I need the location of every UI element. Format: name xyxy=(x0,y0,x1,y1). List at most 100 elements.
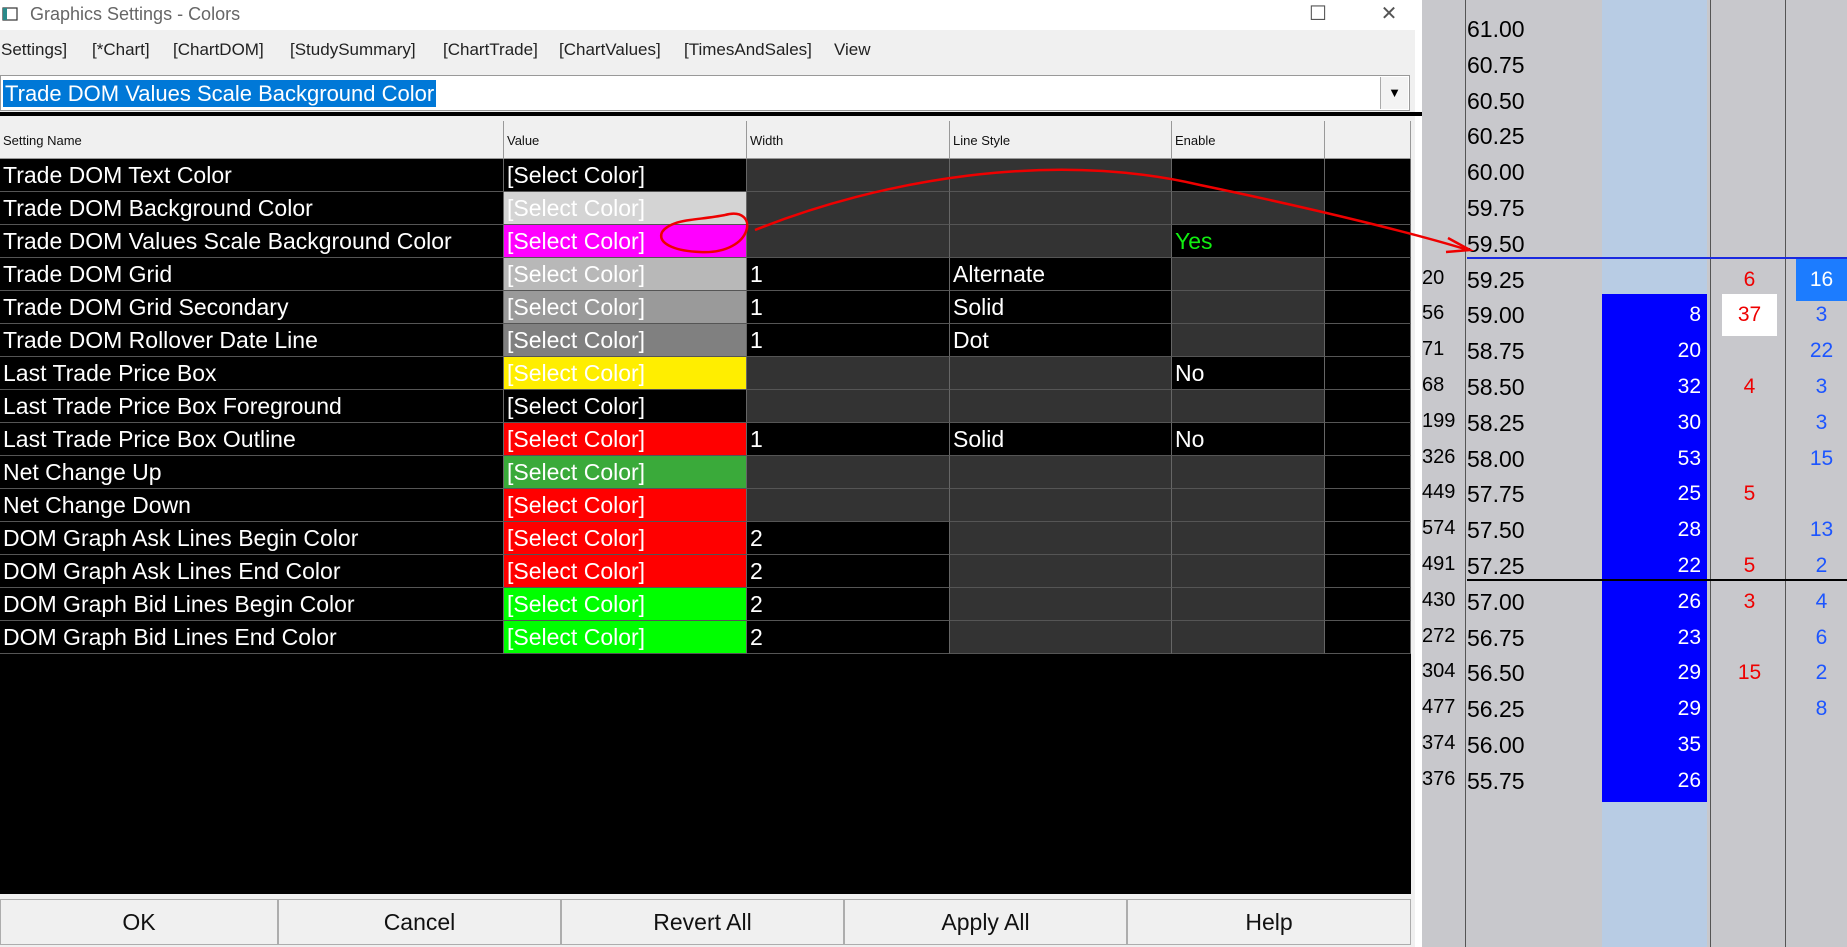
enable-cell[interactable] xyxy=(1172,522,1325,555)
enable-cell[interactable] xyxy=(1172,192,1325,225)
table-row[interactable]: Net Change Down [Select Color] xyxy=(0,489,1411,522)
help-button[interactable]: Help xyxy=(1127,899,1411,945)
select-color-cell[interactable]: [Select Color] xyxy=(504,192,747,225)
select-color-cell[interactable]: [Select Color] xyxy=(504,489,747,522)
table-row[interactable]: Last Trade Price Box [Select Color] No xyxy=(0,357,1411,390)
line-style-cell[interactable] xyxy=(950,192,1172,225)
table-row[interactable]: DOM Graph Ask Lines End Color [Select Col… xyxy=(0,555,1411,588)
width-cell[interactable]: 2 xyxy=(747,621,950,654)
select-color-cell[interactable]: [Select Color] xyxy=(504,456,747,489)
table-row[interactable]: DOM Graph Bid Lines Begin Color [Select C… xyxy=(0,588,1411,621)
width-cell[interactable]: 2 xyxy=(747,588,950,621)
apply-all-button[interactable]: Apply All xyxy=(844,899,1127,945)
width-cell[interactable] xyxy=(747,159,950,192)
width-cell[interactable] xyxy=(747,390,950,423)
trade-dom-ladder[interactable]: 61.00 60.75 60.50 60.25 60.00 59.75 59.50 20 59.… xyxy=(1422,0,1847,947)
width-cell[interactable]: 1 xyxy=(747,258,950,291)
close-button[interactable]: ✕ xyxy=(1359,0,1419,30)
select-color-cell[interactable]: [Select Color] xyxy=(504,159,747,192)
revert-all-button[interactable]: Revert All xyxy=(561,899,844,945)
tab-chart[interactable]: [*Chart] xyxy=(92,40,150,60)
table-row[interactable]: DOM Graph Bid Lines End Color [Select Col… xyxy=(0,621,1411,654)
ok-button[interactable]: OK xyxy=(0,899,278,945)
line-style-cell[interactable] xyxy=(950,588,1172,621)
tab-chartdom[interactable]: [ChartDOM] xyxy=(173,40,264,60)
table-row[interactable]: Trade DOM Grid Secondary [Select Color] 1 S… xyxy=(0,291,1411,324)
column-header-line-style[interactable]: Line Style xyxy=(950,121,1172,159)
table-row[interactable]: Trade DOM Rollover Date Line [Select Colo… xyxy=(0,324,1411,357)
width-cell[interactable]: 2 xyxy=(747,555,950,588)
line-style-cell[interactable]: Dot xyxy=(950,324,1172,357)
bid-size[interactable]: 26 xyxy=(1602,759,1707,802)
cancel-button[interactable]: Cancel xyxy=(278,899,561,945)
select-color-cell[interactable]: [Select Color] xyxy=(504,555,747,588)
line-style-cell[interactable] xyxy=(950,390,1172,423)
line-style-cell[interactable] xyxy=(950,555,1172,588)
width-cell[interactable] xyxy=(747,192,950,225)
width-cell[interactable] xyxy=(747,489,950,522)
select-color-cell[interactable]: [Select Color] xyxy=(504,423,747,456)
line-style-cell[interactable] xyxy=(950,621,1172,654)
select-color-cell[interactable]: [Select Color] xyxy=(504,588,747,621)
title-bar[interactable]: Graphics Settings - Colors ☐ ✕ xyxy=(0,0,1415,30)
select-color-cell[interactable]: [Select Color] xyxy=(504,390,747,423)
table-row[interactable]: Trade DOM Text Color [Select Color] xyxy=(0,159,1411,192)
column-header-value[interactable]: Value xyxy=(504,121,747,159)
enable-cell[interactable] xyxy=(1172,258,1325,291)
table-row[interactable]: Last Trade Price Box Foreground [Select C… xyxy=(0,390,1411,423)
width-cell[interactable]: 1 xyxy=(747,291,950,324)
table-row[interactable]: Trade DOM Grid [Select Color] 1 Alternate xyxy=(0,258,1411,291)
enable-cell[interactable] xyxy=(1172,555,1325,588)
enable-cell[interactable] xyxy=(1172,489,1325,522)
select-color-cell[interactable]: [Select Color] xyxy=(504,291,747,324)
tab-chartvalues[interactable]: [ChartValues] xyxy=(559,40,661,60)
column-header-width[interactable]: Width xyxy=(747,121,950,159)
table-row[interactable]: Last Trade Price Box Outline [Select Colo… xyxy=(0,423,1411,456)
maximize-button[interactable]: ☐ xyxy=(1288,0,1348,30)
line-style-cell[interactable] xyxy=(950,456,1172,489)
table-row[interactable]: Net Change Up [Select Color] xyxy=(0,456,1411,489)
line-style-cell[interactable]: Solid xyxy=(950,423,1172,456)
tab-view[interactable]: View xyxy=(834,40,871,60)
enable-cell[interactable]: No xyxy=(1172,357,1325,390)
select-color-cell[interactable]: [Select Color] xyxy=(504,324,747,357)
select-color-cell[interactable]: [Select Color] xyxy=(504,522,747,555)
width-cell[interactable] xyxy=(747,456,950,489)
width-cell[interactable] xyxy=(747,357,950,390)
width-cell[interactable] xyxy=(747,225,950,258)
tab-charttrade[interactable]: [ChartTrade] xyxy=(443,40,538,60)
enable-cell[interactable] xyxy=(1172,159,1325,192)
line-style-cell[interactable]: Alternate xyxy=(950,258,1172,291)
select-color-cell[interactable]: [Select Color] xyxy=(504,225,747,258)
tab-studysummary[interactable]: [StudySummary] xyxy=(290,40,416,60)
enable-cell[interactable] xyxy=(1172,621,1325,654)
ladder-row[interactable]: 376 55.75 26 xyxy=(1422,759,1847,802)
enable-cell[interactable] xyxy=(1172,588,1325,621)
tab-settings[interactable]: Settings] xyxy=(1,40,67,60)
select-color-cell[interactable]: [Select Color] xyxy=(504,621,747,654)
column-header-setting-name[interactable]: Setting Name xyxy=(0,121,504,159)
width-cell[interactable]: 1 xyxy=(747,423,950,456)
tab-timesandsales[interactable]: [TimesAndSales] xyxy=(684,40,812,60)
column-header-enable[interactable]: Enable xyxy=(1172,121,1325,159)
enable-cell[interactable] xyxy=(1172,390,1325,423)
line-style-cell[interactable] xyxy=(950,225,1172,258)
table-row[interactable]: Trade DOM Background Color [Select Color] xyxy=(0,192,1411,225)
enable-cell[interactable] xyxy=(1172,324,1325,357)
line-style-cell[interactable] xyxy=(950,159,1172,192)
chevron-down-icon[interactable]: ▼ xyxy=(1380,77,1408,109)
line-style-cell[interactable] xyxy=(950,357,1172,390)
enable-cell[interactable]: Yes xyxy=(1172,225,1325,258)
table-row[interactable]: Trade DOM Values Scale Background Color[… xyxy=(0,225,1411,258)
line-style-cell[interactable] xyxy=(950,489,1172,522)
width-cell[interactable]: 1 xyxy=(747,324,950,357)
width-cell[interactable]: 2 xyxy=(747,522,950,555)
table-row[interactable]: DOM Graph Ask Lines Begin Color [Select C… xyxy=(0,522,1411,555)
enable-cell[interactable]: No xyxy=(1172,423,1325,456)
enable-cell[interactable] xyxy=(1172,291,1325,324)
select-color-cell[interactable]: [Select Color] xyxy=(504,258,747,291)
line-style-cell[interactable] xyxy=(950,522,1172,555)
select-color-cell[interactable]: [Select Color] xyxy=(504,357,747,390)
enable-cell[interactable] xyxy=(1172,456,1325,489)
setting-select[interactable]: Trade DOM Values Scale Background Color … xyxy=(0,75,1410,111)
